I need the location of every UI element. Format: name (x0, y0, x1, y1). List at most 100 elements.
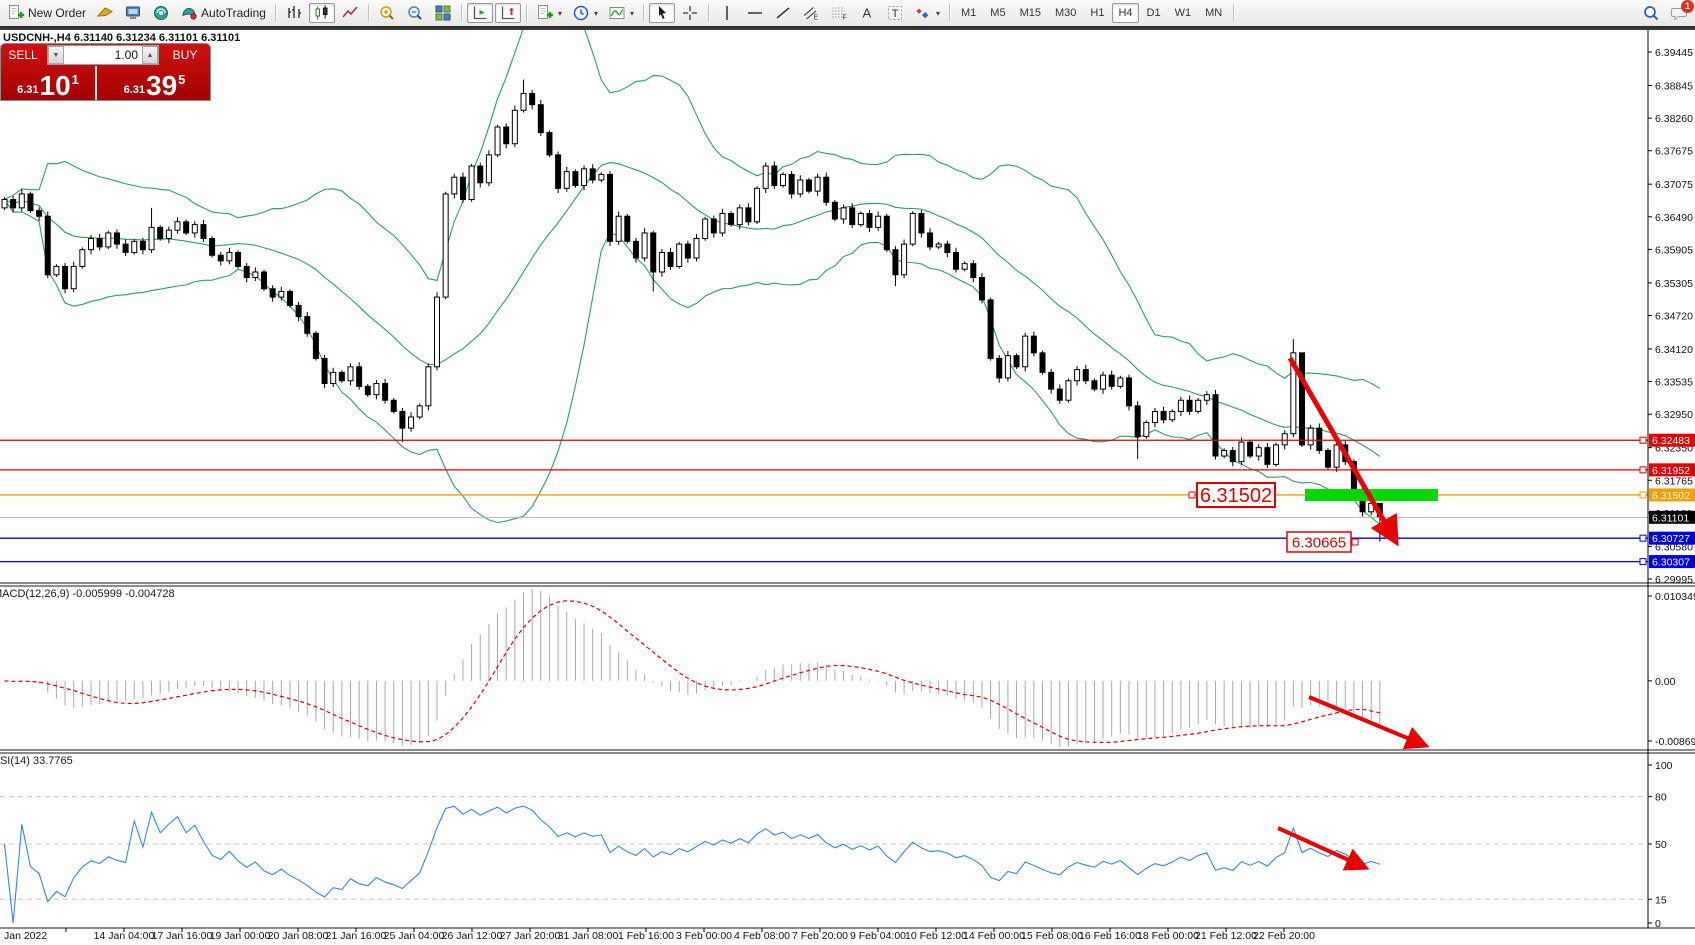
level-line-handle[interactable] (1640, 559, 1646, 565)
price-badge-label: 6.30307 (1652, 557, 1690, 569)
candle (850, 208, 855, 225)
notification-badge: 1 (1681, 0, 1694, 13)
time-axis-label: 20 Jan 08:00 (268, 930, 329, 942)
volume-input[interactable]: 1.00 (64, 46, 142, 64)
chat-button[interactable]: 1 (1666, 3, 1692, 23)
price-callout-handle[interactable] (1189, 492, 1195, 498)
bar-chart-button[interactable] (281, 3, 307, 23)
volume-down-button[interactable]: ▼ (48, 46, 64, 64)
arrows-button[interactable]: ▾ (910, 3, 944, 23)
periods-button[interactable]: ▾ (568, 3, 602, 23)
sell-price-display[interactable]: 6.31 10 1 (1, 66, 97, 100)
candle (608, 174, 613, 241)
buy-button[interactable]: BUY (160, 44, 210, 66)
market-watch-button[interactable] (120, 3, 146, 23)
level-line-handle[interactable] (1640, 467, 1646, 473)
rsi-pane (5, 806, 1380, 923)
equidistant-channel-button[interactable]: E (798, 3, 824, 23)
timeframe-mn[interactable]: MN (1199, 3, 1228, 23)
time-axis-label: 1 Feb 16:00 (618, 930, 674, 942)
clock-icon (572, 4, 590, 22)
gold-tool-icon (96, 4, 114, 22)
autotrading-button[interactable]: AutoTrading (176, 3, 270, 23)
zoom-in-button[interactable] (374, 3, 400, 23)
timeframe-h4[interactable]: H4 (1112, 3, 1138, 23)
macd-signal-line (5, 601, 1380, 743)
signals-button[interactable] (148, 3, 174, 23)
candle (1092, 381, 1097, 389)
vertical-line-button[interactable] (714, 3, 740, 23)
timeframe-d1[interactable]: D1 (1141, 3, 1167, 23)
polyline-icon (341, 4, 359, 22)
chart-shift-icon (499, 4, 517, 22)
candle (1248, 442, 1253, 456)
price-axis-tick: 6.35905 (1655, 244, 1693, 256)
trend-arrow-main[interactable] (1290, 358, 1395, 540)
dropdown-caret-icon: ▾ (594, 9, 598, 18)
candle (729, 213, 734, 224)
macd-axis-tick: 0.010349 (1655, 591, 1695, 603)
buy-price-display[interactable]: 6.31 39 5 (99, 66, 210, 100)
text-button[interactable]: A (854, 3, 880, 23)
timeframe-h1-label: H1 (1090, 7, 1104, 19)
price-callout-text: 6.31502 (1200, 485, 1272, 507)
candle (158, 227, 163, 238)
timeframe-h1[interactable]: H1 (1084, 3, 1110, 23)
volume-up-button[interactable]: ▲ (142, 46, 158, 64)
price-callout-handle[interactable] (1352, 539, 1358, 545)
tile-windows-button[interactable] (430, 3, 456, 23)
level-line-handle[interactable] (1640, 492, 1646, 498)
candle (1187, 400, 1192, 411)
timeframe-w1[interactable]: W1 (1169, 3, 1198, 23)
new-order-button[interactable]: New Order (3, 3, 90, 23)
trend-arrow-rsi[interactable] (1278, 828, 1364, 867)
candle (1083, 370, 1088, 381)
fibonacci-button[interactable]: F (826, 3, 852, 23)
candle (971, 264, 976, 278)
candle (556, 155, 561, 188)
cursor-button[interactable] (649, 3, 675, 23)
candle (201, 225, 206, 239)
text-label-button[interactable]: T (882, 3, 908, 23)
candle (564, 172, 569, 189)
timeframe-m30[interactable]: M30 (1049, 3, 1082, 23)
svg-text:F: F (843, 15, 847, 22)
candle (460, 177, 465, 199)
candle (279, 292, 284, 298)
candle (1308, 428, 1313, 445)
price-axis-tick: 6.38845 (1655, 80, 1693, 92)
chart-canvas[interactable]: 6.394456.388456.382606.376756.370756.364… (0, 28, 1695, 945)
crosshair-button[interactable] (677, 3, 703, 23)
zoom-out-button[interactable] (402, 3, 428, 23)
auto-scroll-button[interactable] (467, 3, 493, 23)
indicators-button[interactable]: ▾ (532, 3, 566, 23)
candle (236, 252, 241, 266)
candle (582, 169, 587, 186)
candle-chart-button[interactable] (309, 3, 335, 23)
line-chart-button[interactable] (337, 3, 363, 23)
template-icon (608, 4, 626, 22)
trendline-button[interactable] (770, 3, 796, 23)
metaeditor-button[interactable] (92, 3, 118, 23)
candle (495, 127, 500, 155)
sell-price-pip: 1 (72, 72, 79, 87)
timeframe-m1[interactable]: M1 (955, 3, 982, 23)
candle (720, 213, 725, 233)
candle (685, 244, 690, 258)
candle (339, 372, 344, 380)
horizontal-line-button[interactable] (742, 3, 768, 23)
chart-shift-button[interactable] (495, 3, 521, 23)
level-line-handle[interactable] (1640, 535, 1646, 541)
timeframe-m15[interactable]: M15 (1014, 3, 1047, 23)
level-line-handle[interactable] (1640, 437, 1646, 443)
trend-arrow-macd[interactable] (1309, 697, 1424, 745)
candle (919, 213, 924, 233)
sell-button[interactable]: SELL (1, 44, 45, 66)
timeframe-m15-label: M15 (1020, 7, 1041, 19)
letter-a-icon: A (858, 4, 876, 22)
hline-icon (746, 4, 764, 22)
templates-button[interactable]: ▾ (604, 3, 638, 23)
candle (1109, 375, 1114, 386)
search-button[interactable] (1638, 3, 1664, 23)
timeframe-m5[interactable]: M5 (984, 3, 1011, 23)
